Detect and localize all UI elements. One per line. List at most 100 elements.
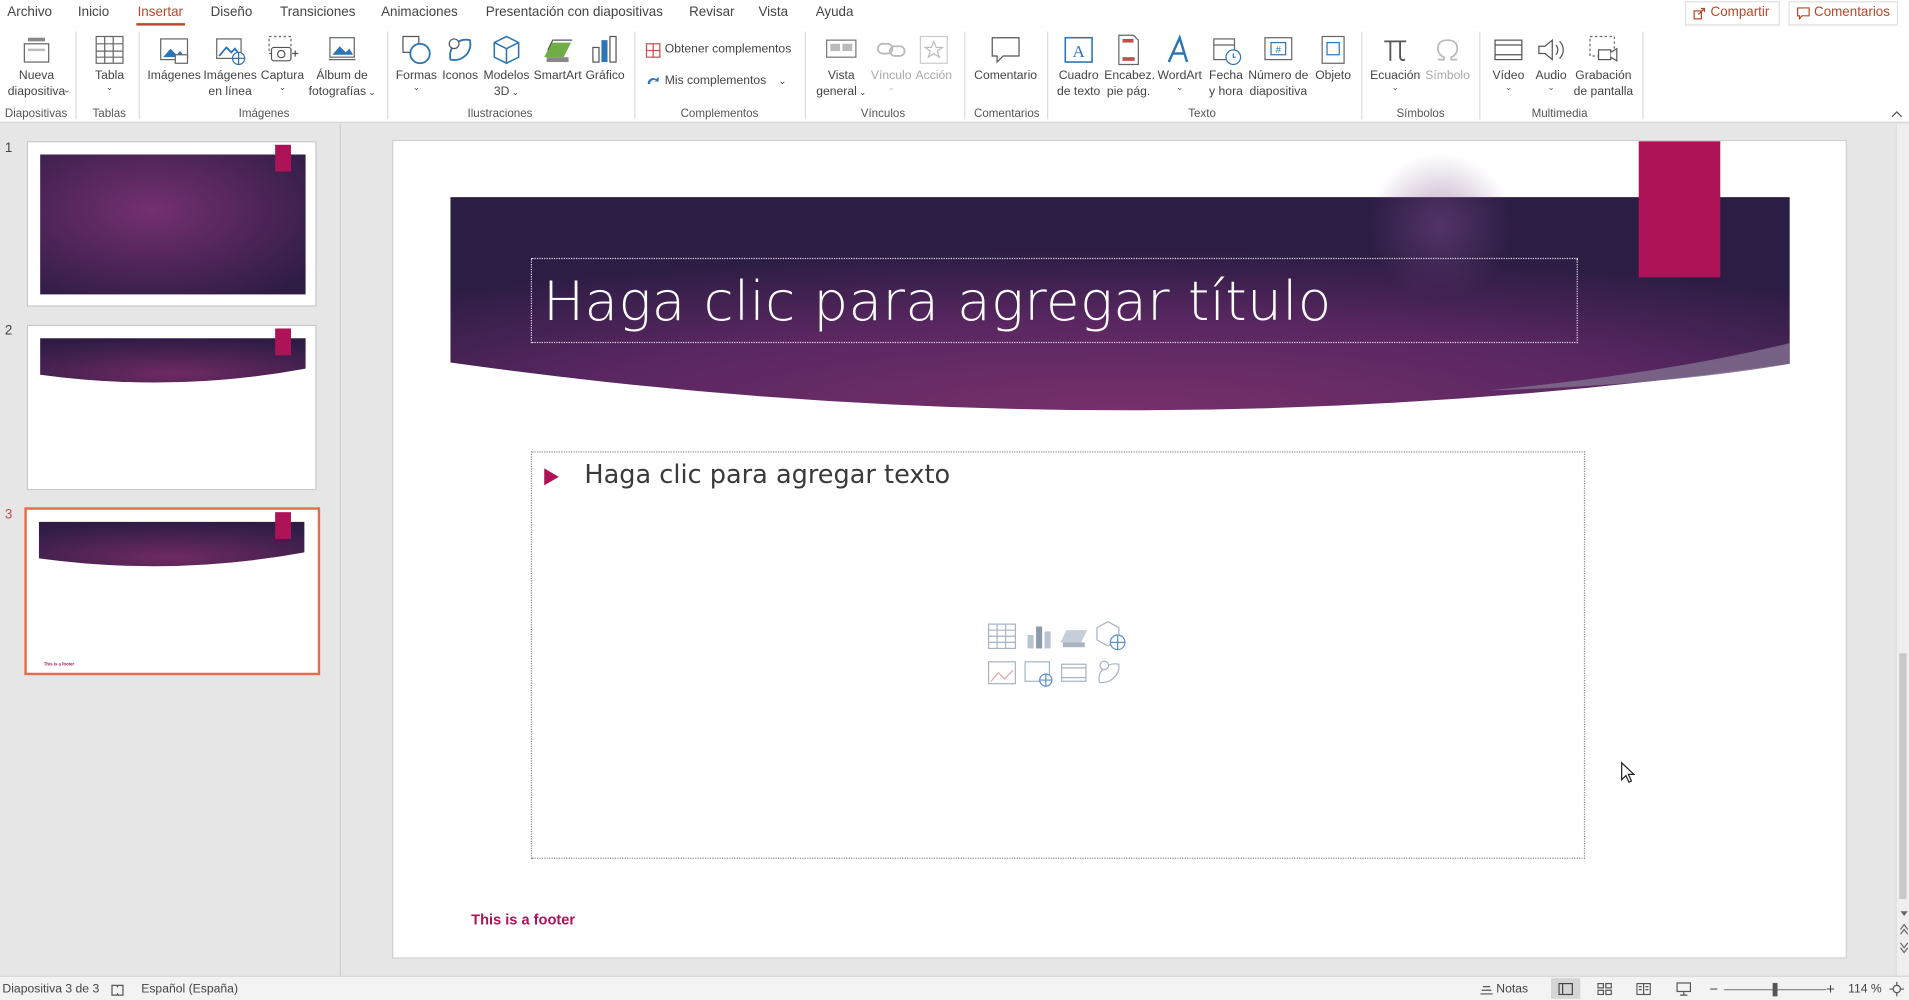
shapes-button[interactable]: Formas ⌄	[394, 33, 438, 94]
slide-number-button[interactable]: # Número de diapositiva	[1247, 33, 1310, 100]
tab-presentacion[interactable]: Presentación con diapositivas	[486, 5, 663, 20]
equation-label: Ecuación	[1370, 69, 1421, 83]
audio-button[interactable]: Audio ⌄	[1530, 33, 1571, 94]
tab-insertar[interactable]: Insertar	[138, 5, 183, 20]
vertical-scrollbar[interactable]	[1895, 124, 1909, 976]
spellcheck-book-icon[interactable]	[111, 983, 124, 996]
bullet-arrow-icon	[544, 468, 559, 486]
wordart-button[interactable]: WordArt ⌄	[1154, 33, 1205, 94]
share-label: Compartir	[1710, 4, 1770, 20]
photo-album-label-2: fotografías	[308, 85, 367, 99]
insert-online-picture-icon[interactable]	[1023, 657, 1055, 689]
pi-equation-icon	[1384, 40, 1407, 61]
slide-thumbnail-1[interactable]	[26, 141, 317, 307]
content-placeholder[interactable]: Haga clic para agregar texto	[530, 451, 1586, 859]
share-button[interactable]: Compartir	[1684, 1, 1780, 26]
screen-recording-icon	[1589, 35, 1618, 62]
textbox-button[interactable]: A Cuadro de texto	[1054, 33, 1103, 100]
header-footer-button[interactable]: Encabez. pie pág.	[1104, 33, 1155, 100]
reading-view-icon[interactable]	[1636, 982, 1651, 996]
capture-label: Captura	[260, 69, 305, 83]
tab-inicio[interactable]: Inicio	[78, 5, 109, 20]
fit-to-window-icon[interactable]	[1889, 981, 1905, 997]
tab-ayuda[interactable]: Ayuda	[816, 5, 854, 20]
insert-video-icon[interactable]	[1058, 657, 1090, 689]
get-addins-button[interactable]: Obtener complementos	[645, 43, 791, 58]
notes-button[interactable]: Notas	[1496, 983, 1528, 996]
datetime-button[interactable]: Fecha y hora	[1205, 33, 1246, 100]
tab-archivo[interactable]: Archivo	[7, 5, 52, 20]
overview-button[interactable]: Vista general ⌄	[813, 33, 869, 101]
group-label-imagenes: Imágenes	[238, 107, 290, 121]
tab-animaciones[interactable]: Animaciones	[381, 5, 458, 20]
powerpoint-window: Archivo Inicio Insertar Diseño Transicio…	[0, 0, 1909, 1000]
title-placeholder-text: Haga clic para agregar título	[542, 268, 1332, 334]
previous-slide-icon[interactable]	[1899, 923, 1909, 935]
action-button[interactable]: Acción	[912, 33, 956, 84]
next-slide-icon[interactable]	[1899, 942, 1909, 954]
insert-icon-gallery-icon[interactable]	[1093, 656, 1125, 688]
addins-icon	[647, 76, 659, 84]
insert-picture-icon[interactable]	[986, 657, 1018, 689]
scrollbar-thumb[interactable]	[1899, 653, 1907, 900]
insert-3d-model-icon[interactable]	[1093, 618, 1127, 652]
smartart-button[interactable]: SmartArt	[532, 33, 583, 84]
3d-models-button[interactable]: Modelos 3D ⌄	[482, 33, 531, 101]
thumbnail-2-preview	[40, 328, 306, 383]
textbox-label-1: Cuadro	[1058, 69, 1099, 83]
3d-models-label-1: Modelos	[483, 69, 530, 83]
capture-button[interactable]: Captura ⌄	[258, 33, 307, 94]
normal-view-button[interactable]	[1551, 978, 1581, 999]
tab-diseno[interactable]: Diseño	[211, 5, 253, 20]
comment-button[interactable]: Comentario	[970, 33, 1041, 84]
group-label-tablas: Tablas	[92, 107, 126, 121]
video-button[interactable]: Vídeo ⌄	[1488, 33, 1529, 94]
thumbnail-3-preview	[38, 512, 305, 567]
ribbon-tab-bar: Archivo Inicio Insertar Diseño Transicio…	[0, 0, 1909, 27]
my-addins-button[interactable]: Mis complementos ⌄	[645, 74, 787, 88]
title-placeholder[interactable]: Haga clic para agregar título	[530, 257, 1578, 344]
current-slide[interactable]: Haga clic para agregar título Haga clic …	[392, 139, 1847, 959]
comments-button[interactable]: Comentarios	[1788, 1, 1899, 26]
zoom-slider-thumb[interactable]	[1772, 982, 1778, 997]
screen-recording-label-2: de pantalla	[1573, 85, 1634, 99]
scroll-down-icon[interactable]	[1899, 909, 1909, 919]
images-button[interactable]: Imágenes	[146, 33, 202, 84]
images-label: Imágenes	[147, 69, 201, 83]
zoom-in-button[interactable]: +	[1826, 981, 1835, 998]
slide-sorter-icon[interactable]	[1597, 982, 1612, 996]
tab-vista[interactable]: Vista	[758, 5, 788, 20]
zoom-out-button[interactable]: −	[1709, 981, 1718, 998]
object-button[interactable]: Objeto	[1311, 33, 1355, 84]
table-button[interactable]: Tabla ⌄	[85, 33, 134, 94]
insert-table-icon[interactable]	[986, 620, 1018, 652]
symbol-button[interactable]: Símbolo	[1422, 33, 1473, 84]
action-label: Acción	[915, 69, 953, 83]
tab-transiciones[interactable]: Transiciones	[280, 5, 355, 20]
online-images-label-2: en línea	[208, 85, 252, 99]
thumbnail-1-preview	[40, 144, 306, 295]
photo-album-button[interactable]: Álbum de fotografías ⌄	[307, 33, 378, 101]
new-slide-icon	[23, 37, 50, 63]
insert-smartart-icon[interactable]	[1058, 620, 1090, 652]
equation-button[interactable]: Ecuación ⌄	[1368, 33, 1422, 94]
slideshow-view-icon[interactable]	[1676, 982, 1692, 997]
icons-button[interactable]: Iconos	[440, 33, 481, 84]
bar-chart-icon	[592, 35, 617, 63]
video-label: Vídeo	[1492, 69, 1525, 83]
zoom-level[interactable]: 114 %	[1848, 983, 1882, 996]
tab-revisar[interactable]: Revisar	[689, 5, 734, 20]
status-bar: Diapositiva 3 de 3 Español (España) Nota…	[0, 975, 1909, 1000]
slide-thumbnail-3[interactable]: This is a footer	[24, 507, 321, 676]
wordart-label: WordArt	[1157, 69, 1202, 83]
new-slide-button[interactable]: Nueva diapositiva ⌄	[2, 33, 70, 100]
slide-footer-text[interactable]: This is a footer	[471, 911, 575, 928]
language-indicator[interactable]: Español (España)	[141, 983, 238, 996]
slide-thumbnail-2[interactable]	[26, 324, 317, 491]
chart-button[interactable]: Gráfico	[584, 33, 625, 84]
insert-chart-icon[interactable]	[1023, 620, 1055, 652]
screen-recording-button[interactable]: Grabación de pantalla	[1573, 33, 1634, 100]
collapse-ribbon-icon[interactable]	[1891, 109, 1903, 119]
link-button[interactable]: Vínculo ⌄	[868, 33, 914, 94]
online-images-button[interactable]: Imágenes en línea	[203, 33, 257, 100]
